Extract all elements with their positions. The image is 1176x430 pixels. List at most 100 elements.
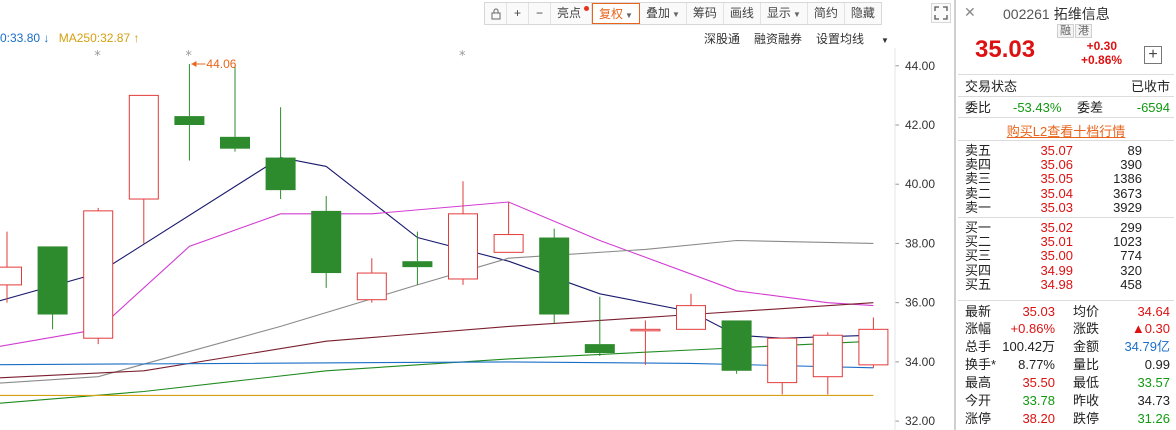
buy-price: 35.01 [1040,234,1073,250]
candle-body [493,234,524,253]
sell-price: 35.06 [1040,157,1073,173]
restore-right-button[interactable]: 复权 ▼ [592,3,640,24]
candle-body [539,237,570,315]
new-dot-icon [584,6,590,11]
current-price: 35.03 [975,36,1036,63]
candle-body [128,94,159,200]
chart-menu: 深股通 融资融券 设置均线 ▼ [704,30,917,47]
weibi-row: 委比 -53.43% 委差 -6594 [965,100,1170,115]
candle-body [83,210,114,339]
margin-badge: 融 [1057,24,1074,38]
buy-vol: 774 [1120,248,1142,264]
y-tick-label: 34.00 [905,355,935,369]
lock-icon[interactable] [485,3,507,24]
candle-body [721,320,752,371]
max-price-label: 44.06 [206,57,236,71]
candle-body [812,334,843,378]
sell-label: 卖二 [965,185,992,201]
simple-button[interactable]: 简约 [808,3,845,24]
hk-connect-badge: 港 [1075,24,1092,38]
candle-body [402,261,433,268]
buy-level-row[interactable]: 买二 35.01 1023 [965,235,1170,249]
sell-vol: 89 [1127,143,1142,158]
buy-level-row[interactable]: 买四 34.99 320 [965,262,1170,278]
stats-row: 换手* 8.77% 量比 0.99 [965,357,1170,372]
buy-label: 买四 [965,262,992,278]
add-watchlist-button[interactable]: + [1144,46,1162,64]
stats-row: 总手 100.42万 金额 34.79亿 [965,339,1170,354]
buy-price: 35.02 [1040,220,1073,235]
sell-label: 卖一 [965,199,992,215]
sell-vol: 3929 [1113,199,1142,215]
sell-label: 卖四 [965,157,992,173]
buy-level-row[interactable]: 买五 34.98 458 [965,276,1170,292]
buy-vol: 320 [1120,262,1142,278]
sell-price: 35.03 [1040,199,1073,215]
buy-l2-link[interactable]: 购买L2查看十档行情 [956,121,1176,140]
buy-label: 买五 [965,276,992,292]
stats-row: 最新 35.03 均价 34.64 [965,304,1170,319]
sell-price: 35.07 [1040,143,1073,158]
caret-down-icon: ▼ [625,11,633,20]
sell-level-row[interactable]: 卖四 35.06 390 [965,158,1170,172]
divider [958,217,1174,218]
zoom-in-button[interactable]: + [507,3,529,24]
candle-body [630,328,661,332]
quote-panel: ✕ 002261 拓维信息 融 港 35.03 +0.30 +0.86% + 交易状… [956,0,1176,430]
sell-label: 卖三 [965,171,992,187]
divider [958,140,1174,141]
divider [958,96,1174,97]
y-tick-label: 42.00 [905,118,935,132]
trade-status-row: 交易状态 已收市 [965,79,1170,94]
candle-body [356,272,387,301]
candle-body [676,305,706,330]
stats-row: 最高 35.50 最低 33.57 [965,375,1170,390]
buy-level-row[interactable]: 买一 35.02 299 [965,221,1170,235]
overlay-button[interactable]: 叠加 ▼ [640,3,687,24]
ma-settings-button[interactable]: 设置均线 ▼ [816,30,903,47]
buy-level-row[interactable]: 买三 35.00 774 [965,249,1170,263]
stock-name: 拓维信息 [1053,6,1110,22]
y-tick-label: 32.00 [905,414,935,428]
event-marker: * [185,49,192,64]
sell-price: 35.05 [1040,171,1073,187]
candle-body [265,157,296,191]
divider [958,300,1174,301]
sell-level-row[interactable]: 卖五 35.07 89 [965,144,1170,158]
buy-vol: 458 [1120,276,1142,292]
candle-body [0,266,22,286]
sell-level-row[interactable]: 卖二 35.04 3673 [965,185,1170,201]
chips-button[interactable]: 筹码 [687,3,724,24]
y-tick-label: 40.00 [905,177,935,191]
zoom-out-button[interactable]: − [529,3,551,24]
shenguton-link[interactable]: 深股通 [704,30,740,47]
buy-vol: 1023 [1113,234,1142,250]
display-button[interactable]: 显示 ▼ [761,3,808,24]
y-tick-label: 38.00 [905,236,935,250]
sell-vol: 390 [1120,157,1142,173]
highlight-button[interactable]: 亮点 [551,3,593,24]
sell-level-row[interactable]: 卖一 35.03 3929 [965,199,1170,215]
expand-icon[interactable] [931,3,951,23]
margin-trading-link[interactable]: 融资融券 [754,30,802,47]
kline-chart-svg: 44.00 42.00 40.00 38.00 36.00 34.00 32.00 * * * 44… [0,48,935,430]
buy-vol: 299 [1120,220,1142,235]
buy-label: 买二 [965,234,992,250]
caret-down-icon: ▼ [881,36,889,45]
divider [958,74,1174,75]
y-tick-label: 36.00 [905,296,935,310]
ma-legend: 0:33.80 ↓ MA250:32.87 ↑ [0,31,139,45]
ma250-label: MA250:32.87 ↑ [58,31,140,45]
sell-vol: 1386 [1113,171,1142,187]
sell-level-row[interactable]: 卖三 35.05 1386 [965,172,1170,186]
candle-body [311,210,342,274]
draw-line-button[interactable]: 画线 [724,3,761,24]
close-icon[interactable]: ✕ [964,4,976,21]
event-marker: * [94,49,101,64]
kline-chart[interactable]: 44.00 42.00 40.00 38.00 36.00 34.00 32.00 * * * 44… [0,48,956,430]
stats-row: 涨幅 +0.86% 涨跌 ▲0.30 [965,321,1170,336]
stats-row: 今开 33.78 昨收 34.73 [965,393,1170,408]
stock-title: 002261 拓维信息 [1003,4,1110,24]
hide-button[interactable]: 隐藏 [845,3,881,24]
buy-price: 34.98 [1040,276,1073,292]
